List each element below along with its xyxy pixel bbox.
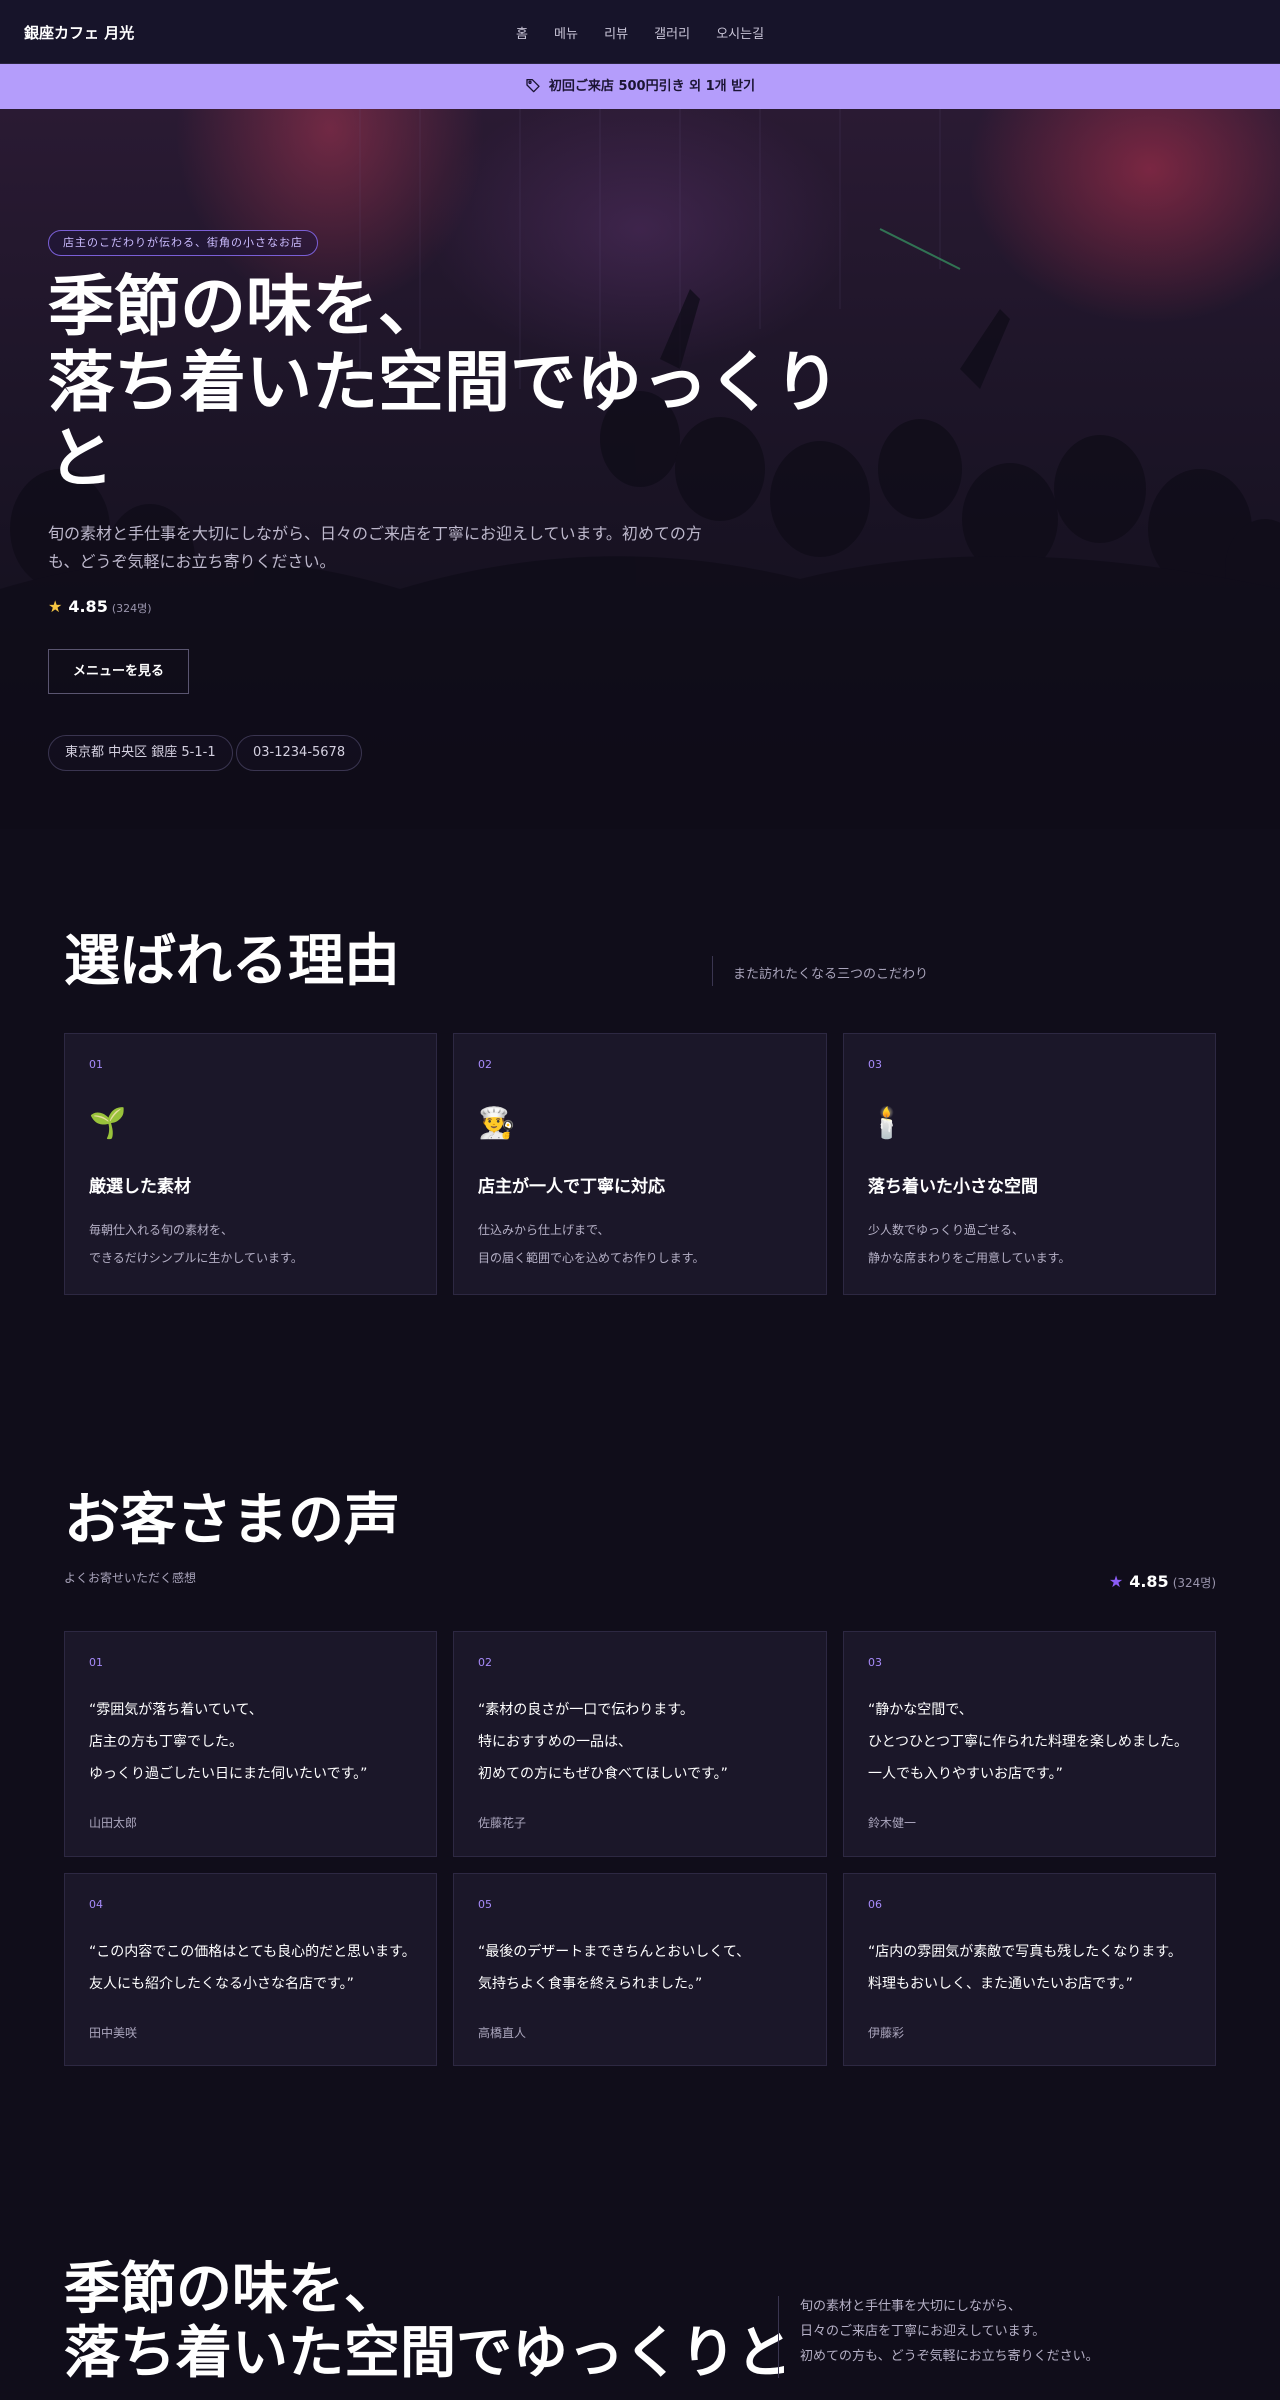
closing-description: 旬の素材と手仕事を大切にしながら、 日々のご来店を丁寧にお迎えしています。 初め… <box>800 2294 1220 2369</box>
review-card: 01 “雰囲気が落ち着いていて、 店主の方も丁寧でした。 ゆっくり過ごしたい日に… <box>64 1631 437 1857</box>
card-description-line: 仕込みから仕上げまで、 <box>478 1223 610 1237</box>
review-quote: “雰囲気が落ち着いていて、 店主の方も丁寧でした。 ゆっくり過ごしたい日にまた伺… <box>89 1702 368 1782</box>
review-quote: “静かな空間で、 ひとつひとつ丁寧に作られた料理を楽しめました。 一人でも入りや… <box>868 1702 1189 1782</box>
card-description-line: 目の届く範囲で心を込めてお作りします。 <box>478 1251 705 1265</box>
nav-links: 홈 메뉴 리뷰 갤러리 오시는길 <box>0 23 1280 42</box>
star-icon: ★ <box>1108 1572 1124 1591</box>
card-description: 少人数でゆっくり過ごせる、 静かな席まわりをご用意しています。 <box>868 1216 1188 1272</box>
card-description-line: 少人数でゆっくり過ごせる、 <box>868 1223 1025 1237</box>
review-number: 05 <box>478 1898 492 1911</box>
divider <box>712 956 713 986</box>
nav-link-home[interactable]: 홈 <box>516 23 528 42</box>
promo-banner-text: 初回ご来店 500円引き 외 1개 받기 <box>548 79 756 94</box>
card-description: 毎朝仕入れる旬の素材を、 できるだけシンプルに生かしています。 <box>89 1216 409 1272</box>
card-description: 仕込みから仕上げまで、 目の届く範囲で心を込めてお作りします。 <box>478 1216 798 1272</box>
rating-count: (324명) <box>111 602 152 615</box>
closing-title: 季節の味を、 落ち着いた空間でゆっくりと <box>64 2258 804 2386</box>
closing-title-line: 落ち着いた空間でゆっくりと <box>64 2321 792 2386</box>
star-icon: ★ <box>48 597 63 616</box>
review-quote: “この内容でこの価格はとても良心的だと思います。 友人にも紹介したくなる小さな名… <box>89 1944 416 1992</box>
review-quote: “最後のデザートまできちんとおいしくて、 気持ちよく食事を終えられました。” <box>478 1944 751 1992</box>
reviews-subtitle: よくお寄せいただく感想 <box>64 1571 197 1585</box>
review-number: 04 <box>89 1898 103 1911</box>
nav-link-gallery[interactable]: 갤러리 <box>654 23 690 42</box>
card-description-line: できるだけシンプルに生かしています。 <box>89 1251 303 1265</box>
address-pill[interactable]: 東京都 中央区 銀座 5-1-1 <box>48 735 233 771</box>
review-number: 06 <box>868 1898 882 1911</box>
card-number: 03 <box>868 1058 882 1071</box>
reason-card: 03 🕯️ 落ち着いた小さな空間 少人数でゆっくり過ごせる、 静かな席まわりをご… <box>843 1033 1216 1295</box>
chef-icon: 👨‍🍳 <box>478 1106 516 1141</box>
closing-description-line: 初めての方も、どうぞ気軽にお立ち寄りください。 <box>800 2349 1099 2364</box>
card-title: 落ち着いた小さな空間 <box>868 1177 1038 1197</box>
reasons-subtitle: また訪れたくなる三つのこだわり <box>733 967 929 982</box>
card-title: 厳選した素材 <box>89 1177 191 1197</box>
hero-description: 旬の素材と手仕事を大切にしながら、日々のご来店を丁寧にお迎えしています。初めての… <box>48 524 702 571</box>
candle-icon: 🕯️ <box>868 1106 906 1141</box>
rating-value: 4.85 <box>1129 1572 1169 1591</box>
sprout-icon: 🌱 <box>89 1106 127 1141</box>
reason-card: 01 🌱 厳選した素材 毎朝仕入れる旬の素材を、 できるだけシンプルに生かしてい… <box>64 1033 437 1295</box>
card-number: 01 <box>89 1058 103 1071</box>
card-description-line: 毎朝仕入れる旬の素材を、 <box>89 1223 234 1237</box>
review-card: 06 “店内の雰囲気が素敵で写真も残したくなります。 料理もおいしく、また通いた… <box>843 1873 1216 2066</box>
review-author: 伊藤彩 <box>868 2026 905 2040</box>
review-number: 03 <box>868 1656 882 1669</box>
hero-title-line: 落ち着いた空間でゆっくり <box>48 344 840 421</box>
nav-link-menu[interactable]: 메뉴 <box>554 23 578 42</box>
card-title: 店主が一人で丁寧に対応 <box>478 1177 665 1197</box>
hero-title-line: と <box>48 420 114 497</box>
review-author: 佐藤花子 <box>478 1816 527 1830</box>
review-number: 02 <box>478 1656 492 1669</box>
reviews-title: お客さまの声 <box>64 1488 400 1553</box>
nav-link-directions[interactable]: 오시는길 <box>716 23 764 42</box>
view-menu-button[interactable]: メニューを見る <box>48 649 189 694</box>
review-author: 高橋直人 <box>478 2026 527 2040</box>
reason-card: 02 👨‍🍳 店主が一人で丁寧に対応 仕込みから仕上げまで、 目の届く範囲で心を… <box>453 1033 827 1295</box>
review-quote: “素材の良さが一口で伝わります。 特におすすめの一品は、 初めての方にもぜひ食べ… <box>478 1702 728 1782</box>
divider <box>778 2296 779 2378</box>
review-card: 02 “素材の良さが一口で伝わります。 特におすすめの一品は、 初めての方にもぜ… <box>453 1631 827 1857</box>
hero-title: 季節の味を、 落ち着いた空間でゆっくり と <box>48 269 868 497</box>
review-card: 03 “静かな空間で、 ひとつひとつ丁寧に作られた料理を楽しめました。 一人でも… <box>843 1631 1216 1857</box>
phone-pill[interactable]: 03-1234-5678 <box>236 735 363 771</box>
hero-rating: ★ 4.85 (324명) <box>48 597 152 616</box>
card-number: 02 <box>478 1058 492 1071</box>
review-author: 山田太郎 <box>89 1816 138 1830</box>
hero-title-line: 季節の味を、 <box>48 268 444 345</box>
promo-banner[interactable]: 初回ご来店 500円引き 외 1개 받기 <box>0 64 1280 109</box>
tag-icon <box>526 79 540 93</box>
top-nav: 銀座カフェ 月光 홈 메뉴 리뷰 갤러리 오시는길 <box>0 0 1280 64</box>
reasons-title: 選ばれる理由 <box>64 929 400 994</box>
reviews-rating: ★ 4.85 (324명) <box>1109 1572 1216 1591</box>
rating-count: (324명) <box>1172 1576 1216 1590</box>
review-card: 05 “最後のデザートまできちんとおいしくて、 気持ちよく食事を終えられました。… <box>453 1873 827 2066</box>
review-author: 鈴木健一 <box>868 1816 917 1830</box>
closing-description-line: 日々のご来店を丁寧にお迎えしています。 <box>800 2324 1046 2339</box>
review-number: 01 <box>89 1656 103 1669</box>
card-description-line: 静かな席まわりをご用意しています。 <box>868 1251 1071 1265</box>
hero-badge: 店主のこだわりが伝わる、街角の小さなお店 <box>48 230 318 256</box>
review-card: 04 “この内容でこの価格はとても良心的だと思います。 友人にも紹介したくなる小… <box>64 1873 437 2066</box>
nav-link-reviews[interactable]: 리뷰 <box>604 23 628 42</box>
hero-section: 店主のこだわりが伝わる、街角の小さなお店 季節の味を、 落ち着いた空間でゆっくり… <box>0 109 1280 829</box>
review-quote: “店内の雰囲気が素敵で写真も残したくなります。 料理もおいしく、また通いたいお店… <box>868 1944 1182 1992</box>
review-author: 田中美咲 <box>89 2026 138 2040</box>
rating-value: 4.85 <box>68 597 108 616</box>
closing-description-line: 旬の素材と手仕事を大切にしながら、 <box>800 2299 1022 2314</box>
closing-title-line: 季節の味を、 <box>64 2257 400 2322</box>
